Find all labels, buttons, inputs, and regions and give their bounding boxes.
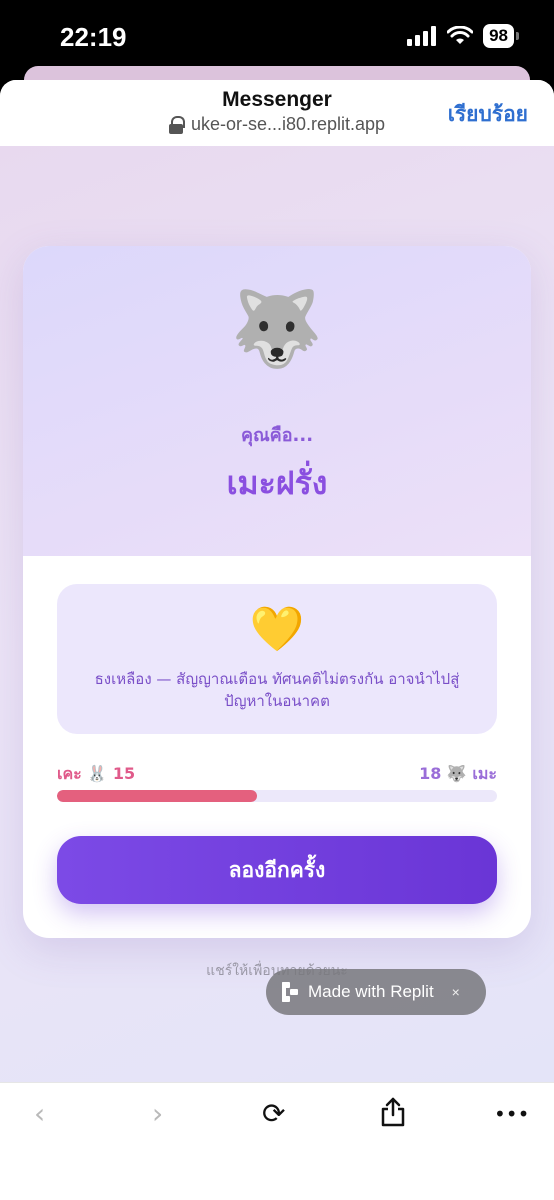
forward-icon[interactable]: › — [152, 1097, 163, 1131]
status-icons: 98 — [407, 24, 519, 48]
score-progress-fill — [57, 790, 258, 802]
share-icon-glyph — [381, 1097, 405, 1127]
share-icon[interactable] — [380, 1097, 406, 1135]
back-icon[interactable]: ‹ — [34, 1097, 45, 1131]
result-card: 🐺 คุณคือ... เมะฝรั่ง 💛 ธงเหลือง — สัญญาณ… — [23, 246, 531, 938]
retry-button[interactable]: ลองอีกครั้ง — [57, 836, 497, 904]
web-content: 🐺 คุณคือ... เมะฝรั่ง 💛 ธงเหลือง — สัญญาณ… — [0, 146, 554, 1082]
wifi-icon — [447, 26, 474, 44]
lock-icon — [168, 115, 185, 134]
badge-close-icon[interactable]: × — [452, 984, 460, 1000]
url-text: uke-or-se...i80.replit.app — [190, 114, 386, 134]
status-time: 22:19 — [60, 22, 127, 52]
result-message: ธงเหลือง — สัญญาณเตือน ทัศนคติไม่ตรงกัน … — [94, 670, 460, 710]
badge-label: Made with Replit — [308, 982, 434, 1001]
replit-logo-icon — [282, 982, 298, 1002]
result-intro: คุณคือ... — [240, 425, 314, 446]
done-button[interactable]: เรียบร้อย — [448, 98, 528, 131]
result-name: เมะฝรั่ง — [226, 464, 328, 502]
browser-header: Messenger uke-or-se...i80.replit.app เรี… — [0, 80, 554, 146]
status-bar: 22:19 98 — [0, 0, 554, 70]
made-with-replit-badge[interactable]: Made with Replit × — [266, 969, 486, 1015]
browser-sheet: Messenger uke-or-se...i80.replit.app เรี… — [0, 80, 554, 1200]
score-uke: เคะ 🐰 15 — [57, 764, 136, 783]
result-message-box: 💛 ธงเหลือง — สัญญาณเตือน ทัศนคติไม่ตรงกั… — [57, 584, 497, 734]
more-icon[interactable]: ••• — [494, 1097, 529, 1131]
battery-icon: 98 — [483, 24, 519, 48]
bottom-toolbar: ‹ › ⟳ ••• — [0, 1082, 554, 1200]
result-header: 🐺 คุณคือ... เมะฝรั่ง — [23, 246, 531, 556]
signal-icon — [407, 26, 437, 46]
yellow-heart-icon: 💛 — [249, 604, 305, 655]
score-progress-bar — [57, 790, 497, 802]
wolf-icon: 🐺 — [230, 286, 324, 372]
score-seme: 18 🐺 เมะ — [419, 764, 497, 783]
refresh-icon[interactable]: ⟳ — [262, 1097, 285, 1131]
